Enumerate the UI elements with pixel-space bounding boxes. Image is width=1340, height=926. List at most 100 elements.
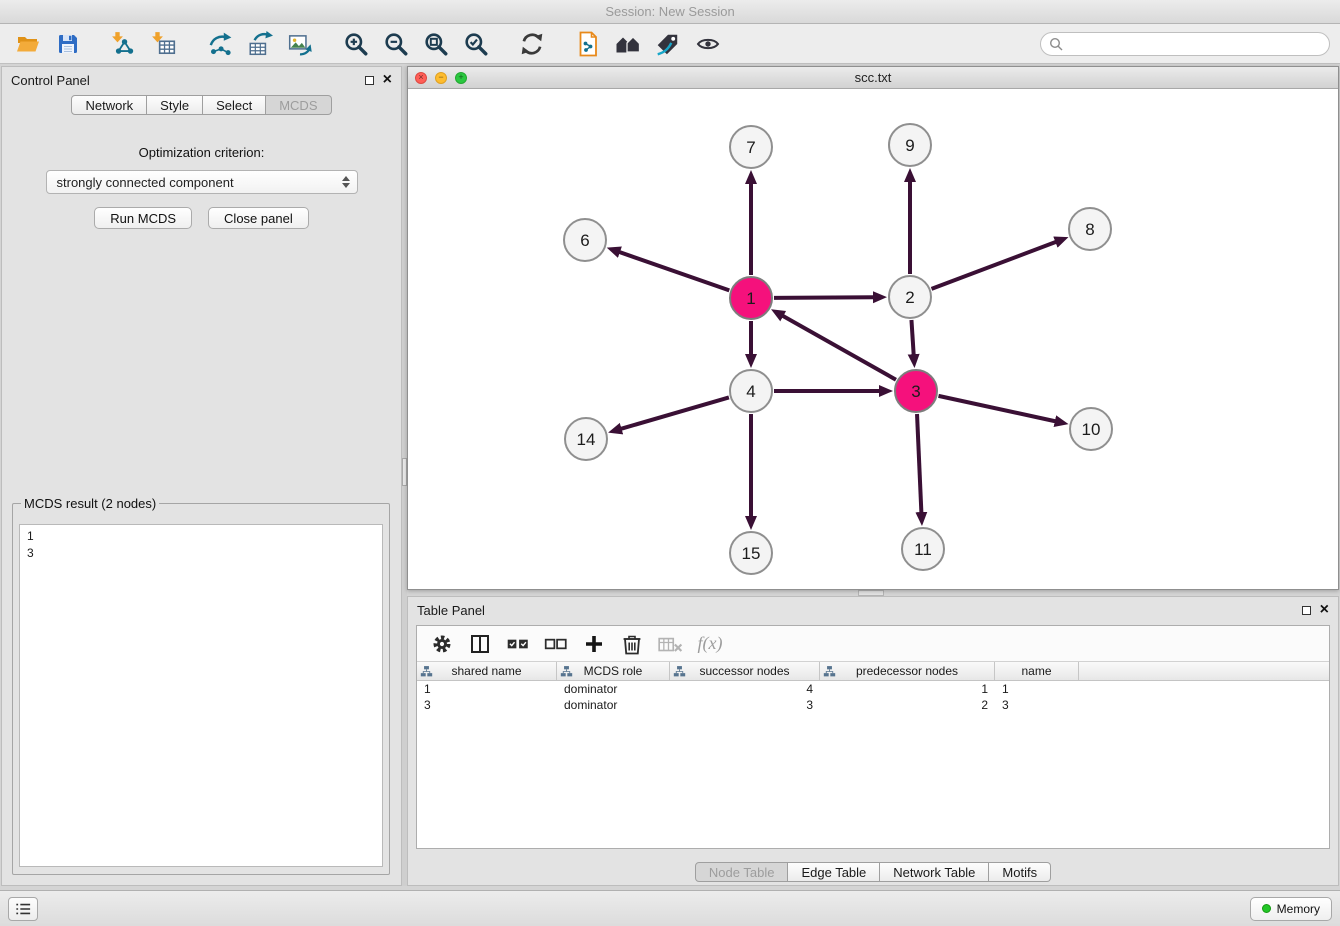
edge-3-1[interactable] <box>782 316 896 380</box>
titlebar[interactable]: Session: New Session <box>0 0 1340 24</box>
close-table-panel-icon[interactable]: × <box>1320 602 1329 618</box>
edge-1-6[interactable] <box>619 252 729 291</box>
edge-3-11[interactable] <box>917 414 921 513</box>
node-15[interactable]: 15 <box>730 532 772 574</box>
table-row[interactable]: 3 dominator 3 2 3 <box>417 697 1329 713</box>
tab-mcds[interactable]: MCDS <box>266 95 331 115</box>
node-9[interactable]: 9 <box>889 124 931 166</box>
import-table-file-button[interactable] <box>144 27 184 61</box>
show-details-button[interactable] <box>688 27 728 61</box>
close-panel-icon[interactable]: × <box>383 72 392 88</box>
node-label: 14 <box>577 430 596 449</box>
main-toolbar <box>0 24 1340 64</box>
network-window-titlebar[interactable]: scc.txt × − + <box>408 67 1338 89</box>
node-7[interactable]: 7 <box>730 126 772 168</box>
open-session-button[interactable] <box>8 27 48 61</box>
node-11[interactable]: 11 <box>902 528 944 570</box>
tab-select[interactable]: Select <box>203 95 266 115</box>
mcds-result-list[interactable]: 1 3 <box>19 524 383 867</box>
table-toolbar: f(x) <box>417 626 1329 662</box>
node-label: 1 <box>746 289 755 308</box>
network-view-window: scc.txt × − + 7 9 6 8 1 2 4 3 14 10 15 11 <box>407 66 1339 590</box>
table-settings-button[interactable] <box>427 630 457 658</box>
zoom-in-button[interactable] <box>336 27 376 61</box>
control-panel-header: Control Panel × <box>2 67 401 93</box>
node-14[interactable]: 14 <box>565 418 607 460</box>
network-canvas[interactable]: 7 9 6 8 1 2 4 3 14 10 15 11 <box>408 89 1338 589</box>
node-label: 2 <box>905 288 914 307</box>
network-window-title: scc.txt <box>408 70 1338 85</box>
memory-status-icon <box>1262 904 1271 913</box>
add-column-button[interactable] <box>579 630 609 658</box>
column-header-name[interactable]: name <box>995 662 1079 680</box>
edge-4-14[interactable] <box>621 397 729 429</box>
delete-column-button[interactable] <box>617 630 647 658</box>
table-header-row: shared name MCDS role <box>417 662 1329 681</box>
search-input[interactable] <box>1068 36 1321 51</box>
node-8[interactable]: 8 <box>1069 208 1111 250</box>
table-row[interactable]: 1 dominator 4 1 1 <box>417 681 1329 697</box>
float-panel-icon[interactable] <box>365 76 374 85</box>
node-2[interactable]: 2 <box>889 276 931 318</box>
edge-2-8[interactable] <box>932 242 1057 289</box>
minimize-window-button[interactable]: − <box>435 72 447 84</box>
tab-style[interactable]: Style <box>147 95 203 115</box>
show-columns-button[interactable] <box>465 630 495 658</box>
column-header-successor-nodes[interactable]: successor nodes <box>670 662 820 680</box>
import-network-file-button[interactable] <box>104 27 144 61</box>
tab-network[interactable]: Network <box>71 95 147 115</box>
export-image-button[interactable] <box>280 27 320 61</box>
node-10[interactable]: 10 <box>1070 408 1112 450</box>
table-arrow-icon <box>247 31 273 57</box>
column-header-predecessor-nodes[interactable]: predecessor nodes <box>820 662 995 680</box>
tab-network-table[interactable]: Network Table <box>880 862 989 882</box>
tab-edge-table[interactable]: Edge Table <box>788 862 880 882</box>
control-panel-tabs: Network Style Select MCDS <box>2 95 401 115</box>
network-graph: 7 9 6 8 1 2 4 3 14 10 15 11 <box>408 89 1338 590</box>
zoom-out-button[interactable] <box>376 27 416 61</box>
zoom-selected-button[interactable] <box>456 27 496 61</box>
float-table-panel-icon[interactable] <box>1302 606 1311 615</box>
select-all-columns-button[interactable] <box>503 630 533 658</box>
list-icon <box>14 901 32 917</box>
save-session-button[interactable] <box>48 27 88 61</box>
node-4[interactable]: 4 <box>730 370 772 412</box>
run-mcds-button[interactable]: Run MCDS <box>94 207 192 229</box>
zoom-window-button[interactable]: + <box>455 72 467 84</box>
session-network-button[interactable] <box>568 27 608 61</box>
close-window-button[interactable]: × <box>415 72 427 84</box>
edge-3-10[interactable] <box>938 396 1055 421</box>
show-panel-button[interactable] <box>8 897 38 921</box>
cell-predecessor-nodes: 1 <box>820 682 995 696</box>
delete-table-button[interactable] <box>655 630 685 658</box>
column-label: predecessor nodes <box>856 664 958 678</box>
close-panel-button[interactable]: Close panel <box>208 207 309 229</box>
optimization-criterion-select[interactable]: strongly connected component <box>46 170 358 194</box>
column-header-mcds-role[interactable]: MCDS role <box>557 662 670 680</box>
home-button[interactable] <box>608 27 648 61</box>
column-header-shared-name[interactable]: shared name <box>417 662 557 680</box>
node-1[interactable]: 1 <box>730 277 772 319</box>
edge-2-3[interactable] <box>911 320 913 355</box>
zoom-fit-button[interactable] <box>416 27 456 61</box>
tab-node-table[interactable]: Node Table <box>695 862 789 882</box>
search-box[interactable] <box>1040 32 1330 56</box>
edge-1-2[interactable] <box>774 297 874 298</box>
memory-button[interactable]: Memory <box>1250 897 1332 921</box>
eye-icon <box>694 32 722 56</box>
load-table-button[interactable] <box>240 27 280 61</box>
node-6[interactable]: 6 <box>564 219 606 261</box>
node-label: 3 <box>911 382 920 401</box>
refresh-view-button[interactable] <box>512 27 552 61</box>
control-panel: Control Panel × Network Style Select MCD… <box>1 66 402 886</box>
node-3[interactable]: 3 <box>895 370 937 412</box>
zoom-in-icon <box>343 31 369 57</box>
unselect-all-columns-button[interactable] <box>541 630 571 658</box>
zoom-out-icon <box>383 31 409 57</box>
table-tabs: Node Table Edge Table Network Table Moti… <box>408 862 1338 882</box>
style-button[interactable] <box>648 27 688 61</box>
load-network-button[interactable] <box>200 27 240 61</box>
function-builder-button[interactable]: f(x) <box>693 630 723 658</box>
tab-motifs[interactable]: Motifs <box>989 862 1051 882</box>
node-label: 10 <box>1082 420 1101 439</box>
